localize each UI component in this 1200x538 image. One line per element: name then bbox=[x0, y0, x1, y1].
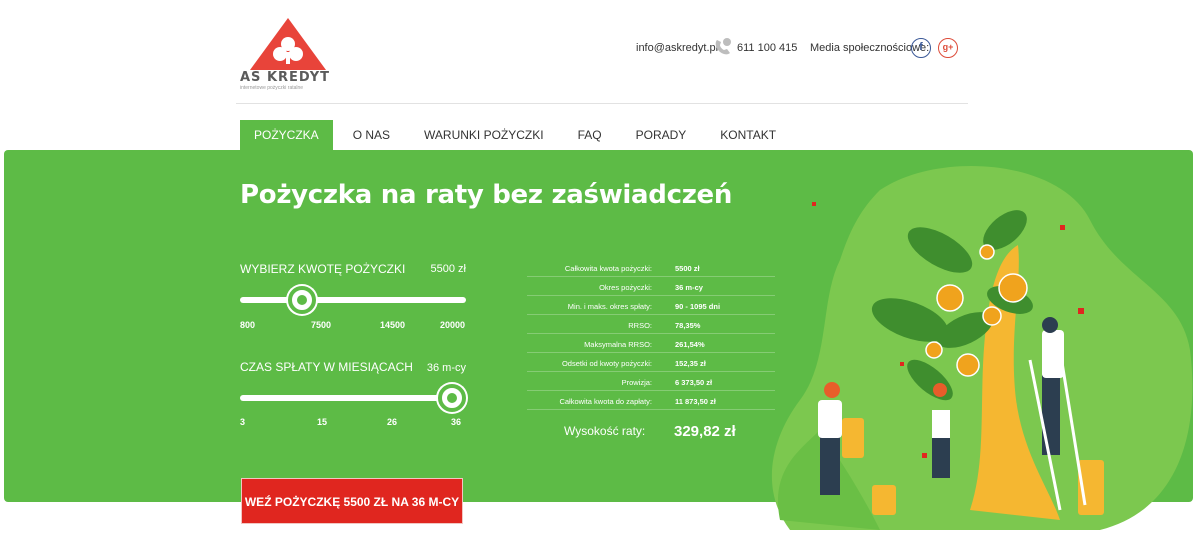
phone-icon bbox=[715, 38, 731, 55]
logo-subtitle: internetowe pożyczki ratalne bbox=[240, 85, 304, 91]
term-tick: 36 bbox=[451, 417, 462, 427]
nav-item-kontakt[interactable]: KONTAKT bbox=[706, 120, 790, 150]
installment-value: 329,82 zł bbox=[674, 423, 736, 440]
term-tick: 3 bbox=[240, 417, 246, 427]
term-slider-label: CZAS SPŁATY W MIESIĄCACH bbox=[240, 360, 413, 374]
summary-row: Okres pożyczki: 36 m-cy bbox=[527, 277, 775, 296]
facebook-icon[interactable]: f bbox=[911, 38, 931, 58]
summary-key: Okres pożyczki: bbox=[599, 283, 652, 292]
amount-slider-label: WYBIERZ KWOTĘ POŻYCZKI bbox=[240, 262, 406, 276]
nav-item-warunki[interactable]: WARUNKI POŻYCZKI bbox=[410, 120, 558, 150]
summary-key: RRSO: bbox=[628, 321, 652, 330]
term-slider-handle[interactable] bbox=[438, 384, 466, 412]
nav-item-o-nas[interactable]: O NAS bbox=[339, 120, 404, 150]
term-slider-track[interactable] bbox=[240, 395, 466, 401]
amount-tick: 800 bbox=[240, 320, 256, 330]
summary-row: Całkowita kwota pożyczki: 5500 zł bbox=[527, 258, 775, 277]
summary-row: Maksymalna RRSO: 261,54% bbox=[527, 334, 775, 353]
summary-value: 90 - 1095 dni bbox=[675, 302, 721, 311]
summary-key: Odsetki od kwoty pożyczki: bbox=[561, 359, 652, 368]
summary-value: 261,54% bbox=[675, 340, 705, 349]
amount-tick: 20000 bbox=[440, 320, 466, 330]
summary-row: Prowizja: 6 373,50 zł bbox=[527, 372, 775, 391]
term-tick: 15 bbox=[317, 417, 328, 427]
money-tree-illustration bbox=[771, 166, 1193, 530]
term-tick: 26 bbox=[387, 417, 398, 427]
summary-key: Maksymalna RRSO: bbox=[584, 340, 652, 349]
summary-row: Min. i maks. okres spłaty: 90 - 1095 dni bbox=[527, 296, 775, 315]
amount-slider-handle[interactable] bbox=[288, 286, 316, 314]
amount-slider-track[interactable] bbox=[240, 297, 466, 303]
nav-item-faq[interactable]: FAQ bbox=[564, 120, 616, 150]
summary-key: Całkowita kwota pożyczki: bbox=[564, 264, 652, 273]
main-nav: POŻYCZKA O NAS WARUNKI POŻYCZKI FAQ PORA… bbox=[240, 120, 796, 150]
amount-tick: 14500 bbox=[380, 320, 406, 330]
summary-key: Prowizja: bbox=[621, 378, 652, 387]
nav-item-pozyczka[interactable]: POŻYCZKA bbox=[240, 120, 333, 150]
nav-item-porady[interactable]: PORADY bbox=[622, 120, 701, 150]
installment-label: Wysokość raty: bbox=[564, 424, 646, 438]
phone-number[interactable]: 611 100 415 bbox=[737, 42, 797, 54]
header-divider bbox=[236, 103, 968, 104]
amount-tick: 7500 bbox=[311, 320, 332, 330]
amount-slider-value: 5500 zł bbox=[430, 263, 466, 275]
summary-key: Min. i maks. okres spłaty: bbox=[567, 302, 652, 311]
logo-text: AS KREDYT bbox=[240, 70, 331, 85]
summary-row: Całkowita kwota do zapłaty: 11 873,50 zł bbox=[527, 391, 775, 410]
google-plus-icon[interactable]: g+ bbox=[938, 38, 958, 58]
term-slider-value: 36 m-cy bbox=[426, 362, 466, 374]
summary-value: 6 373,50 zł bbox=[675, 378, 713, 387]
summary-value: 152,35 zł bbox=[675, 359, 706, 368]
email-link[interactable]: info@askredyt.pl bbox=[636, 42, 718, 54]
page: AS KREDYT internetowe pożyczki ratalne i… bbox=[0, 0, 1200, 538]
summary-row: Odsetki od kwoty pożyczki: 152,35 zł bbox=[527, 353, 775, 372]
summary-value: 5500 zł bbox=[675, 264, 700, 273]
summary-value: 78,35% bbox=[675, 321, 701, 330]
loan-summary-table: Całkowita kwota pożyczki: 5500 zł Okres p… bbox=[527, 258, 775, 410]
hero-title: Pożyczka na raty bez zaświadczeń bbox=[240, 180, 733, 210]
summary-value: 11 873,50 zł bbox=[675, 397, 716, 406]
summary-key: Całkowita kwota do zapłaty: bbox=[559, 397, 652, 406]
summary-value: 36 m-cy bbox=[675, 283, 703, 292]
summary-row: RRSO: 78,35% bbox=[527, 315, 775, 334]
take-loan-button[interactable]: WEŹ POŻYCZKĘ 5500 ZŁ NA 36 M-CY bbox=[241, 478, 463, 524]
